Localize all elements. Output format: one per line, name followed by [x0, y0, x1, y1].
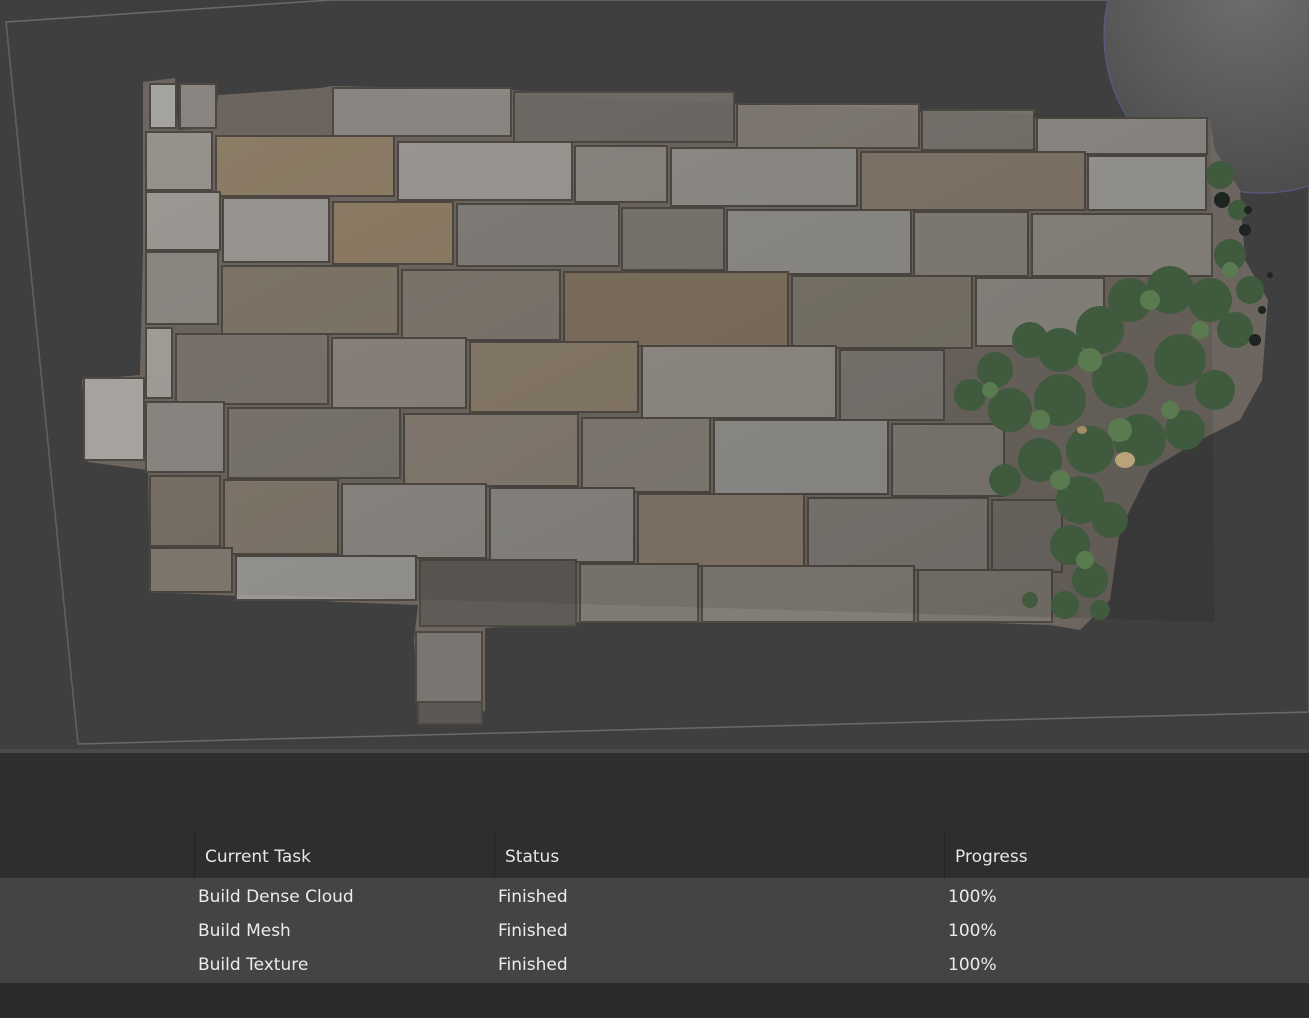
- 3d-model-viewport[interactable]: [0, 0, 1309, 749]
- panel-footer: [0, 983, 1309, 1018]
- task-progress: 100%: [948, 955, 997, 975]
- column-header-progress[interactable]: Progress: [944, 831, 1309, 878]
- column-header-status[interactable]: Status: [494, 831, 944, 878]
- task-name: Build Texture: [198, 955, 309, 975]
- task-status: Finished: [498, 955, 568, 975]
- bounding-box-edge: [5, 21, 79, 745]
- table-row[interactable]: Build Dense Cloud Finished 100%: [0, 879, 1309, 913]
- task-status: Finished: [498, 921, 568, 941]
- task-status: Finished: [498, 887, 568, 907]
- column-header-current-task[interactable]: Current Task: [194, 831, 494, 878]
- task-progress: 100%: [948, 887, 997, 907]
- task-name: Build Mesh: [198, 921, 291, 941]
- table-row[interactable]: Build Texture Finished 100%: [0, 947, 1309, 981]
- table-row[interactable]: Build Mesh Finished 100%: [0, 913, 1309, 947]
- task-progress: 100%: [948, 921, 997, 941]
- task-table-header: Current Task Status Progress: [0, 831, 1309, 878]
- model-view-canvas[interactable]: [0, 0, 1309, 749]
- task-name: Build Dense Cloud: [198, 887, 354, 907]
- task-table-body: Build Dense Cloud Finished 100% Build Me…: [0, 878, 1309, 983]
